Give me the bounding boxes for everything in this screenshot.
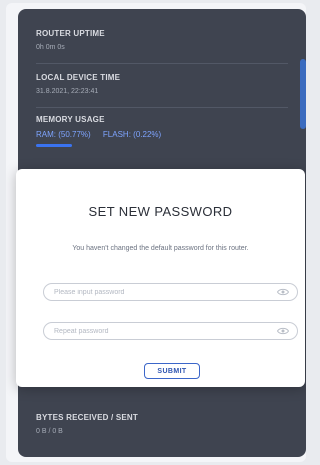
app-frame: ROUTER UPTIME 0h 0m 0s LOCAL DEVICE TIME… [6, 3, 306, 462]
submit-button[interactable]: SUBMIT [144, 363, 200, 379]
router-uptime: ROUTER UPTIME 0h 0m 0s [36, 29, 288, 51]
ram-usage-bar [36, 144, 72, 147]
eye-icon[interactable] [277, 288, 289, 296]
local-device-time-label: LOCAL DEVICE TIME [36, 73, 121, 82]
bytes-label: BYTES RECEIVED / SENT [36, 413, 138, 422]
memory-usage-label: MEMORY USAGE [36, 115, 105, 124]
repeat-password-input[interactable] [54, 327, 264, 335]
eye-icon[interactable] [277, 327, 289, 335]
local-device-time: LOCAL DEVICE TIME 31.8.2021, 22:23:41 [36, 73, 288, 95]
modal-title: SET NEW PASSWORD [88, 204, 233, 219]
repeat-password-field[interactable] [43, 322, 298, 340]
modal-message: You haven't changed the default password… [72, 245, 249, 252]
divider [36, 63, 288, 64]
router-uptime-label: ROUTER UPTIME [36, 29, 105, 38]
memory-usage-values: RAM: (50.77%) FLASH: (0.22%) [36, 130, 288, 139]
router-uptime-value: 0h 0m 0s [36, 44, 65, 51]
flash-usage: FLASH: (0.22%) [102, 130, 162, 139]
divider [36, 107, 288, 108]
password-input[interactable] [54, 288, 264, 296]
password-field[interactable] [43, 283, 298, 301]
local-device-time-value: 31.8.2021, 22:23:41 [36, 88, 99, 95]
scrollbar[interactable] [300, 59, 306, 129]
ram-usage: RAM: (50.77%) [36, 130, 91, 139]
bytes-received-sent: BYTES RECEIVED / SENT 0 B / 0 B [36, 413, 288, 435]
set-password-modal: SET NEW PASSWORD You haven't changed the… [16, 169, 305, 387]
bytes-value: 0 B / 0 B [36, 428, 63, 435]
memory-usage: MEMORY USAGE RAM: (50.77%) FLASH: (0.22%… [36, 115, 288, 147]
